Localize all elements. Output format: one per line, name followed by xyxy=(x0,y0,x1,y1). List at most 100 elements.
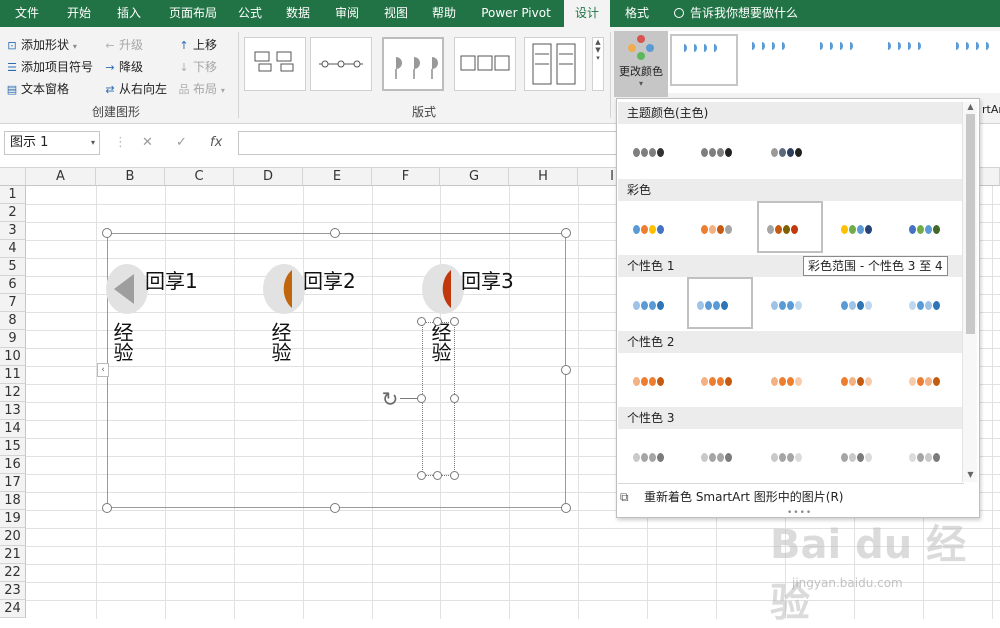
tab-file[interactable]: 文件 xyxy=(6,0,48,27)
row-header[interactable]: 24 xyxy=(0,600,26,618)
add-bullet-button[interactable]: ☰ 添加项目符号 xyxy=(6,58,93,75)
tab-page-layout[interactable]: 页面布局 xyxy=(158,0,228,27)
tab-format[interactable]: 格式 xyxy=(614,0,660,27)
style-thumb[interactable] xyxy=(746,34,814,86)
color-swatch[interactable] xyxy=(693,126,759,178)
color-swatch[interactable] xyxy=(763,431,829,483)
row-header[interactable]: 13 xyxy=(0,402,26,420)
column-header[interactable]: G xyxy=(440,168,509,186)
color-swatch[interactable] xyxy=(763,279,829,331)
resize-handle[interactable] xyxy=(561,365,571,375)
row-header[interactable]: 6 xyxy=(0,276,26,294)
tab-power-pivot[interactable]: Power Pivot xyxy=(476,0,556,27)
color-swatch[interactable] xyxy=(625,431,691,483)
color-swatch[interactable] xyxy=(901,279,967,331)
rotate-handle-icon[interactable]: ↻ xyxy=(379,388,401,410)
color-swatch[interactable] xyxy=(693,355,759,407)
resize-handle[interactable] xyxy=(102,228,112,238)
scroll-thumb[interactable] xyxy=(966,114,975,334)
layout-button[interactable]: 品布局 ▾ xyxy=(178,80,225,97)
node-title[interactable]: 回享2 xyxy=(303,265,356,294)
layout-gallery-scroll[interactable]: ▲ ▼ ▾ xyxy=(592,37,604,91)
color-swatch-colorful-3-4[interactable] xyxy=(757,201,823,253)
dropdown-scrollbar[interactable]: ▲ ▼ xyxy=(962,102,977,482)
row-header[interactable]: 9 xyxy=(0,330,26,348)
color-swatch[interactable] xyxy=(833,355,899,407)
color-swatch[interactable] xyxy=(833,431,899,483)
layout-option-3-selected[interactable] xyxy=(382,37,444,91)
style-thumb[interactable] xyxy=(882,34,950,86)
name-box[interactable]: 图示 1 ▾ xyxy=(4,131,100,155)
resize-handle[interactable] xyxy=(417,471,426,480)
tab-data[interactable]: 数据 xyxy=(278,0,318,27)
color-swatch[interactable] xyxy=(901,355,967,407)
resize-handle[interactable] xyxy=(102,503,112,513)
layout-option-4[interactable] xyxy=(454,37,516,91)
right-to-left-button[interactable]: ⇄ 从右向左 xyxy=(104,80,167,97)
row-header[interactable]: 18 xyxy=(0,492,26,510)
add-shape-button[interactable]: ⊡ 添加形状 ▾ xyxy=(6,36,76,53)
color-swatch[interactable] xyxy=(625,126,691,178)
row-header[interactable]: 17 xyxy=(0,474,26,492)
node-text[interactable]: 经验 xyxy=(108,322,137,362)
resize-handle[interactable] xyxy=(561,503,571,513)
tab-review[interactable]: 审阅 xyxy=(327,0,367,27)
column-header[interactable]: E xyxy=(303,168,372,186)
row-header[interactable]: 14 xyxy=(0,420,26,438)
row-header[interactable]: 8 xyxy=(0,312,26,330)
tab-insert[interactable]: 插入 xyxy=(106,0,152,27)
style-thumb[interactable] xyxy=(814,34,882,86)
tell-me-search[interactable]: 告诉我你想要做什么 xyxy=(674,0,798,27)
row-header[interactable]: 15 xyxy=(0,438,26,456)
scroll-up-icon[interactable]: ▲ xyxy=(963,102,978,112)
color-swatch[interactable] xyxy=(901,203,967,255)
column-header[interactable]: D xyxy=(234,168,303,186)
row-header[interactable]: 16 xyxy=(0,456,26,474)
color-swatch[interactable] xyxy=(687,277,753,329)
resize-handle[interactable] xyxy=(450,394,459,403)
color-swatch[interactable] xyxy=(763,355,829,407)
color-swatch[interactable] xyxy=(693,431,759,483)
column-header[interactable]: C xyxy=(165,168,234,186)
insert-function-button[interactable]: fx xyxy=(210,131,222,155)
color-swatch[interactable] xyxy=(833,279,899,331)
node-title[interactable]: 回享1 xyxy=(145,265,198,294)
column-header[interactable]: F xyxy=(372,168,440,186)
resize-handle[interactable] xyxy=(433,317,442,326)
row-header[interactable]: 19 xyxy=(0,510,26,528)
resize-handle[interactable] xyxy=(417,394,426,403)
resize-handle[interactable] xyxy=(433,471,442,480)
layout-option-1[interactable] xyxy=(244,37,306,91)
row-header[interactable]: 4 xyxy=(0,240,26,258)
move-down-button[interactable]: ↓ 下移 xyxy=(178,58,217,75)
select-all-corner[interactable] xyxy=(0,168,26,186)
column-header[interactable]: A xyxy=(26,168,96,186)
resize-handle[interactable] xyxy=(330,228,340,238)
row-header[interactable]: 11 xyxy=(0,366,26,384)
color-swatch[interactable] xyxy=(625,279,691,331)
row-header[interactable]: 5 xyxy=(0,258,26,276)
resize-handle[interactable] xyxy=(330,503,340,513)
color-swatch[interactable] xyxy=(833,203,899,255)
column-header[interactable]: B xyxy=(96,168,165,186)
tab-formulas[interactable]: 公式 xyxy=(230,0,270,27)
confirm-formula-button[interactable]: ✓ xyxy=(176,131,187,155)
row-header[interactable]: 21 xyxy=(0,546,26,564)
node-title[interactable]: 回享3 xyxy=(461,265,514,294)
resize-handle[interactable] xyxy=(417,317,426,326)
scroll-down-icon[interactable]: ▼ xyxy=(963,470,978,480)
layout-option-2[interactable] xyxy=(310,37,372,91)
style-thumb[interactable] xyxy=(950,34,1000,86)
style-thumb[interactable] xyxy=(670,34,738,86)
resize-handle[interactable] xyxy=(561,228,571,238)
resize-handle[interactable] xyxy=(450,471,459,480)
tab-help[interactable]: 帮助 xyxy=(424,0,464,27)
column-header[interactable]: H xyxy=(509,168,578,186)
text-pane-button[interactable]: ▤ 文本窗格 xyxy=(6,80,69,97)
color-swatch[interactable] xyxy=(625,203,691,255)
resize-handle[interactable] xyxy=(450,317,459,326)
formula-input[interactable] xyxy=(238,131,618,155)
cancel-formula-button[interactable]: ✕ xyxy=(142,131,153,155)
change-colors-button[interactable]: 更改颜色 ▾ xyxy=(614,31,668,97)
row-header[interactable]: 20 xyxy=(0,528,26,546)
